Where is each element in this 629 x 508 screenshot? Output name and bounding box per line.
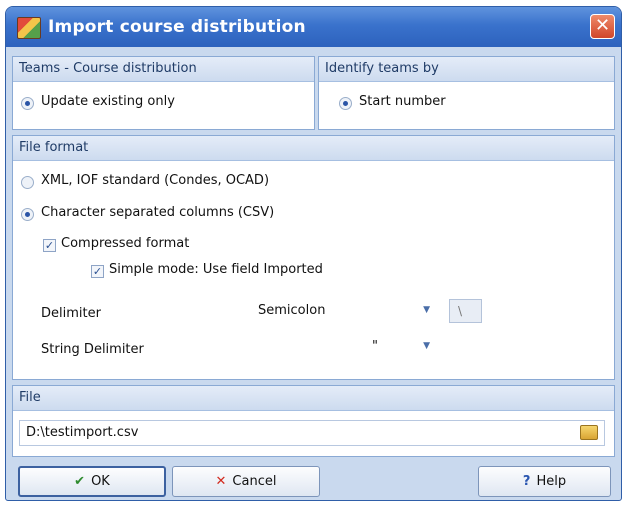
cancel-button[interactable]: ✕ Cancel	[172, 466, 320, 497]
ok-button[interactable]: ✔ OK	[18, 466, 166, 497]
file-path-value: D:\testimport.csv	[26, 425, 139, 440]
string-delimiter-label: String Delimiter	[41, 342, 144, 357]
delimiter-select[interactable]: Semicolon ▼	[253, 299, 439, 322]
update-existing-label: Update existing only	[41, 94, 175, 109]
import-dialog: Import course distribution ✕ Teams - Cou…	[5, 6, 622, 501]
simple-mode-checkbox[interactable]: ✓	[91, 265, 104, 278]
xml-format-radio[interactable]	[21, 176, 34, 189]
start-number-label: Start number	[359, 94, 446, 109]
file-format-panel: File format XML, IOF standard (Condes, O…	[12, 135, 615, 380]
compressed-format-checkbox[interactable]: ✓	[43, 239, 56, 252]
folder-icon[interactable]	[580, 425, 598, 440]
chevron-down-icon: ▼	[423, 305, 430, 315]
window-title: Import course distribution	[48, 17, 306, 37]
start-number-radio[interactable]	[339, 97, 352, 110]
identify-teams-panel: Identify teams by Start number	[318, 56, 615, 130]
help-label: Help	[536, 474, 567, 489]
help-button[interactable]: ? Help	[478, 466, 611, 497]
string-delimiter-value: "	[372, 339, 378, 354]
checkmark-icon: ✔	[74, 474, 86, 489]
xml-format-label: XML, IOF standard (Condes, OCAD)	[41, 173, 270, 188]
simple-mode-label: Simple mode: Use field Imported	[109, 262, 323, 277]
csv-format-label: Character separated columns (CSV)	[41, 205, 275, 220]
help-icon: ?	[522, 474, 531, 489]
close-button[interactable]: ✕	[590, 14, 615, 39]
identify-panel-header: Identify teams by	[319, 57, 614, 82]
file-format-header: File format	[13, 136, 614, 161]
teams-course-distribution-panel: Teams - Course distribution Update exist…	[12, 56, 315, 130]
chevron-down-icon: ▼	[423, 341, 430, 351]
compressed-format-label: Compressed format	[61, 236, 190, 251]
app-icon	[17, 17, 41, 39]
delimiter-label: Delimiter	[41, 306, 101, 321]
delimiter-value: Semicolon	[258, 303, 326, 318]
update-existing-radio[interactable]	[21, 97, 34, 110]
csv-format-radio[interactable]	[21, 208, 34, 221]
file-panel: File D:\testimport.csv	[12, 385, 615, 457]
cancel-x-icon: ✕	[215, 474, 227, 489]
cancel-label: Cancel	[232, 474, 277, 489]
string-delimiter-select[interactable]: " ▼	[367, 335, 439, 358]
file-panel-header: File	[13, 386, 614, 411]
title-bar: Import course distribution ✕	[6, 7, 621, 47]
ok-label: OK	[91, 474, 110, 489]
custom-delimiter-input[interactable]: \	[449, 299, 482, 323]
teams-panel-header: Teams - Course distribution	[13, 57, 314, 82]
file-path-input[interactable]: D:\testimport.csv	[19, 420, 605, 446]
